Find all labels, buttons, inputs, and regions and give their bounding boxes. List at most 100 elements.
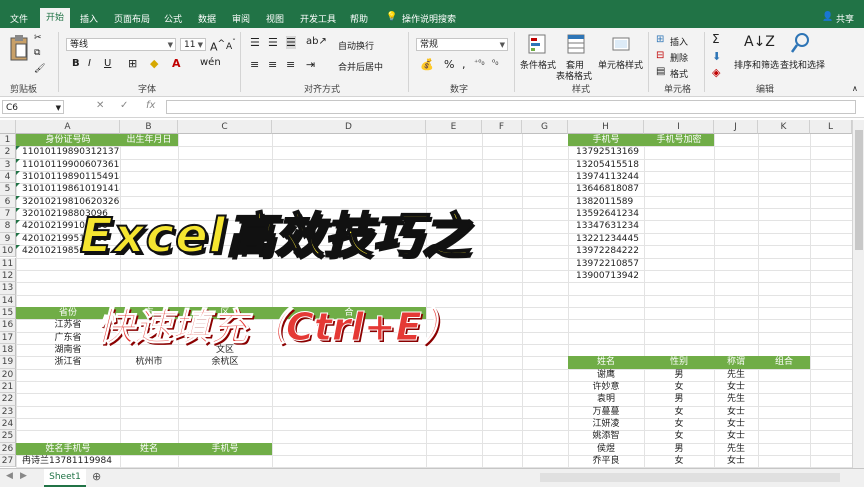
font-name-combo[interactable]: 等线 ▼ xyxy=(66,38,176,51)
add-sheet-icon[interactable]: ⊕ xyxy=(92,470,101,483)
autosum-icon[interactable]: Σ xyxy=(712,32,720,46)
format-cells-icon[interactable]: ▤ xyxy=(656,66,665,77)
data-cell[interactable]: 侯煜 xyxy=(568,443,644,455)
id-cell[interactable]: 310101198901154914 xyxy=(16,171,120,183)
row-header[interactable]: 22 xyxy=(0,393,16,406)
table-header[interactable]: 姓名 xyxy=(120,442,178,456)
data-cell[interactable]: 许妙意 xyxy=(568,381,644,393)
fill-color-icon[interactable]: ◆ xyxy=(150,57,158,70)
row-header[interactable]: 1 xyxy=(0,134,16,147)
merge-center-button[interactable]: 合并后居中 xyxy=(338,60,383,73)
table-header[interactable]: 姓名 xyxy=(568,356,644,369)
next-sheet-icon[interactable]: ▶ xyxy=(20,471,27,481)
row-header[interactable]: 2 xyxy=(0,146,16,159)
data-cell[interactable]: 谢鹰 xyxy=(568,369,644,381)
tab-view[interactable]: 视图 xyxy=(266,12,284,25)
sort-filter-button[interactable]: 排序和筛选 xyxy=(734,58,779,71)
row-header[interactable]: 9 xyxy=(0,232,16,246)
align-right-icon[interactable]: ≡ xyxy=(286,58,295,71)
column-header[interactable]: F xyxy=(482,120,522,134)
select-all-corner[interactable] xyxy=(0,120,16,134)
data-cell[interactable]: 余杭区 xyxy=(178,356,272,368)
data-cell[interactable]: 男 xyxy=(644,443,714,455)
row-header[interactable]: 14 xyxy=(0,294,16,307)
phone-cell[interactable]: 13592641234 xyxy=(568,208,644,220)
insert-cells-button[interactable]: 插入 xyxy=(670,35,688,48)
data-cell[interactable]: 姚添智 xyxy=(568,430,644,442)
percent-button[interactable]: % xyxy=(444,58,454,71)
align-left-icon[interactable]: ≡ xyxy=(250,58,259,71)
cell-style-button[interactable]: 单元格样式 xyxy=(598,58,643,71)
find-select-icon[interactable] xyxy=(790,32,810,54)
insert-cells-icon[interactable]: ⊞ xyxy=(656,34,664,45)
phone-cell[interactable]: 13221234445 xyxy=(568,233,644,245)
tab-insert[interactable]: 插入 xyxy=(80,12,98,25)
data-cell[interactable]: 男 xyxy=(644,393,714,405)
tab-home[interactable]: 开始 xyxy=(40,8,71,28)
copy-icon[interactable]: ⧉ xyxy=(34,48,40,58)
row-header[interactable]: 24 xyxy=(0,418,16,431)
row-header[interactable]: 21 xyxy=(0,381,16,394)
data-cell[interactable]: 女士 xyxy=(714,455,758,467)
id-cell[interactable]: 310101198610191414 xyxy=(16,183,120,195)
tab-page-layout[interactable]: 页面布局 xyxy=(114,12,150,25)
row-header[interactable]: 15 xyxy=(0,306,16,320)
search-tell-me[interactable]: 操作说明搜索 xyxy=(402,12,456,25)
currency-icon[interactable]: 💰 xyxy=(420,58,434,71)
data-cell[interactable]: 先生 xyxy=(714,369,758,381)
phone-cell[interactable]: 13972284222 xyxy=(568,245,644,257)
wrap-text-button[interactable]: 自动换行 xyxy=(338,39,374,52)
row-header[interactable]: 12 xyxy=(0,269,16,283)
name-box[interactable]: C6 ▼ xyxy=(2,100,64,114)
conditional-format-icon[interactable] xyxy=(528,34,546,54)
row-header[interactable]: 6 xyxy=(0,195,16,209)
data-cell[interactable]: 杭州市 xyxy=(120,356,178,368)
data-cell[interactable]: 乔平良 xyxy=(568,455,644,467)
data-cell[interactable]: 女士 xyxy=(714,406,758,418)
row-header[interactable]: 10 xyxy=(0,245,16,258)
font-color-icon[interactable]: A xyxy=(172,57,181,70)
clear-icon[interactable]: ◈ xyxy=(712,66,720,79)
row-header[interactable]: 13 xyxy=(0,282,16,295)
column-header[interactable]: C xyxy=(178,120,272,134)
row-header[interactable]: 26 xyxy=(0,442,16,456)
number-format-combo[interactable]: 常规 ▼ xyxy=(416,38,508,51)
data-cell[interactable]: 女 xyxy=(644,430,714,442)
delete-cells-icon[interactable]: ⊟ xyxy=(656,50,664,61)
row-header[interactable]: 18 xyxy=(0,343,16,357)
share-button[interactable]: 共享 xyxy=(836,12,854,25)
vertical-scrollbar[interactable] xyxy=(852,120,864,468)
row-header[interactable]: 4 xyxy=(0,171,16,184)
align-bottom-icon[interactable]: ☰ xyxy=(286,36,296,49)
table-header[interactable]: 出生年月日 xyxy=(120,134,178,147)
column-header[interactable]: I xyxy=(644,120,714,134)
shrink-font-icon[interactable]: Aˇ xyxy=(226,38,236,52)
data-cell[interactable]: 女 xyxy=(644,418,714,430)
paste-icon[interactable] xyxy=(8,34,30,62)
table-header[interactable]: 身份证号码 xyxy=(16,134,120,147)
phone-cell[interactable]: 13347631234 xyxy=(568,220,644,232)
column-header[interactable]: L xyxy=(810,120,852,134)
grow-font-icon[interactable]: A^ xyxy=(210,38,225,54)
scrollbar-thumb[interactable] xyxy=(855,130,863,250)
data-cell[interactable]: 浙江省 xyxy=(16,356,120,368)
cut-icon[interactable]: ✂ xyxy=(34,33,42,43)
column-header[interactable]: B xyxy=(120,120,178,134)
increase-decimal-icon[interactable]: ⁺⁰₀ xyxy=(474,58,485,67)
table-header[interactable]: 性别 xyxy=(644,356,714,369)
table-header[interactable]: 手机号 xyxy=(178,442,272,456)
horizontal-scrollbar[interactable] xyxy=(540,473,840,482)
conditional-format-button[interactable]: 条件格式 xyxy=(520,58,556,71)
prev-sheet-icon[interactable]: ◀ xyxy=(6,471,13,481)
borders-icon[interactable]: ⊞ xyxy=(128,57,137,70)
orientation-icon[interactable]: ab↗ xyxy=(306,36,327,47)
cancel-icon[interactable]: ✕ xyxy=(96,100,104,111)
data-cell[interactable]: 先生 xyxy=(714,443,758,455)
phone-cell[interactable]: 1382011589 xyxy=(568,196,644,208)
data-cell[interactable]: 袁明 xyxy=(568,393,644,405)
row-header[interactable]: 25 xyxy=(0,430,16,443)
column-header[interactable]: J xyxy=(714,120,758,134)
row-header[interactable]: 23 xyxy=(0,405,16,419)
phone-cell[interactable]: 13792513169 xyxy=(568,146,644,158)
phone-cell[interactable]: 13974113244 xyxy=(568,171,644,183)
